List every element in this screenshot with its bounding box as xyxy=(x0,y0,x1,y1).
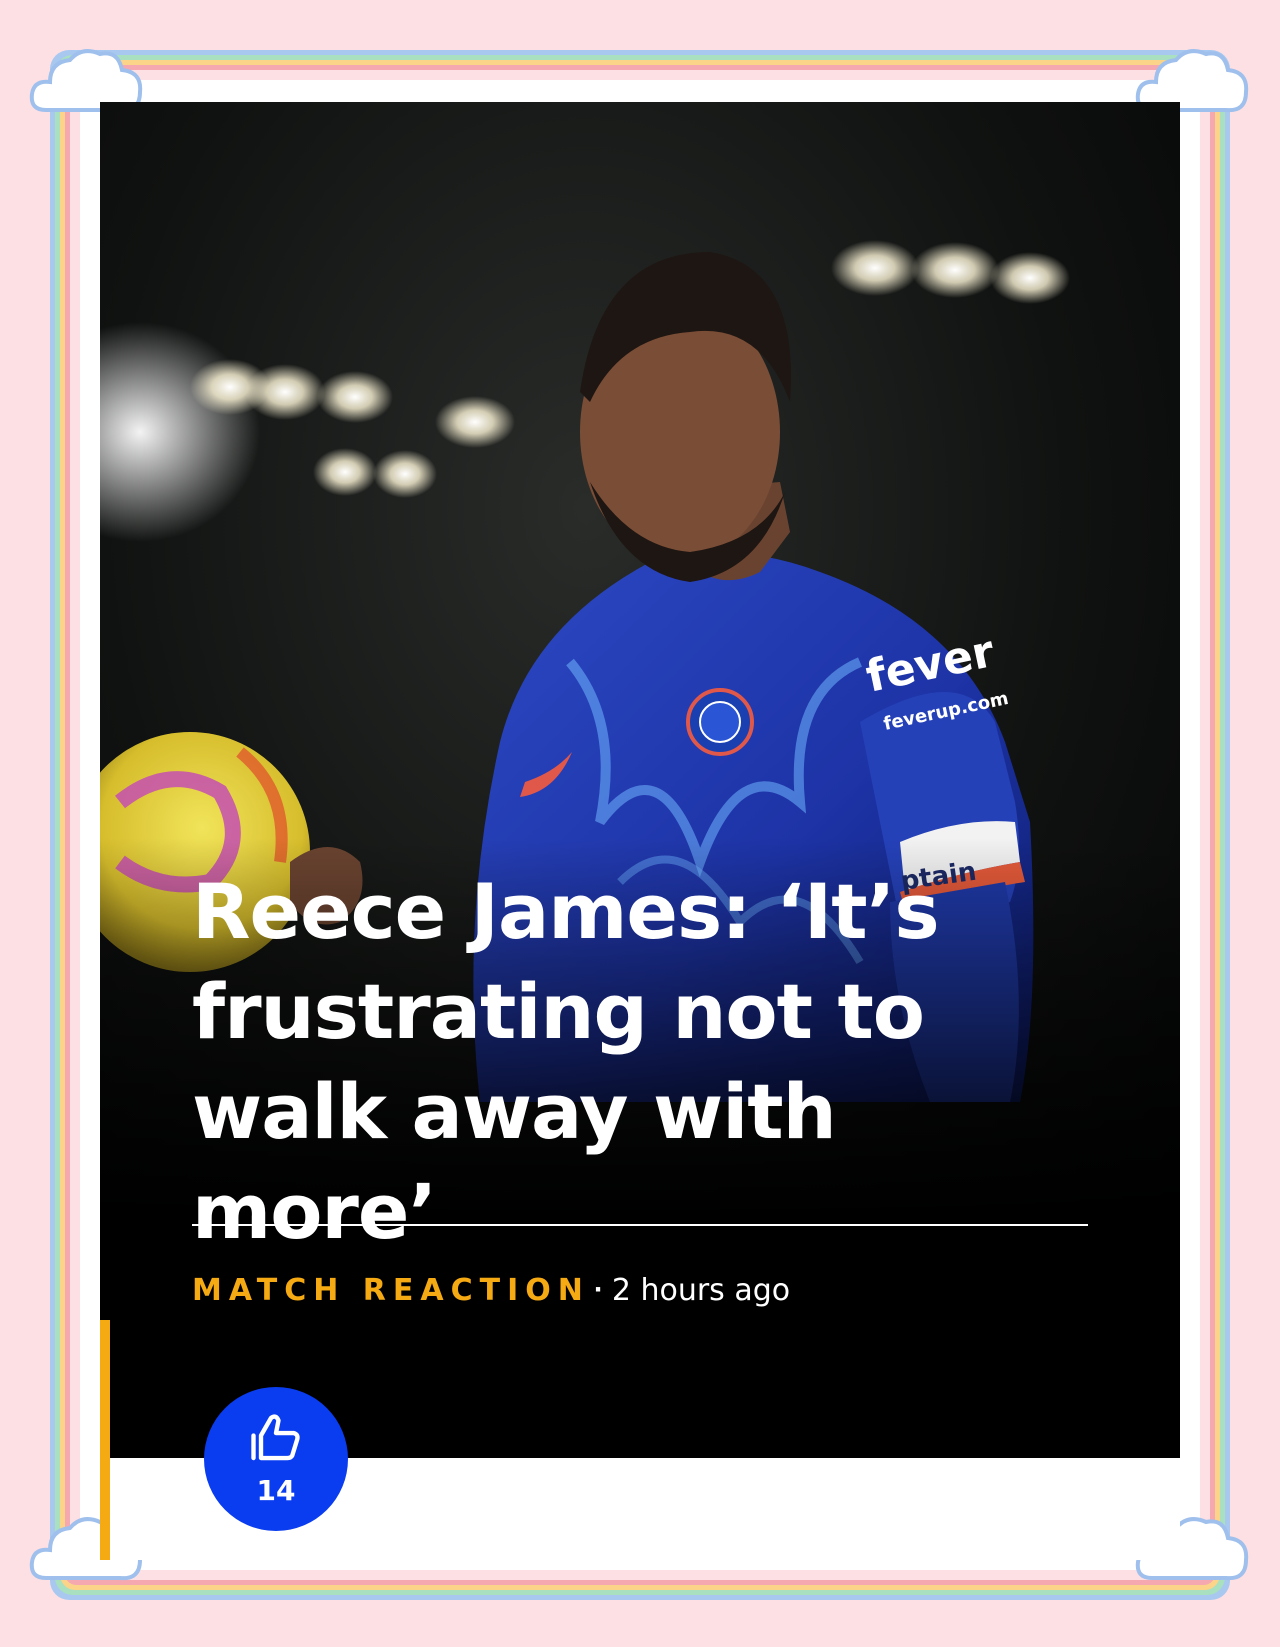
article-headline[interactable]: Reece James: ‘It’s frustrating not to wa… xyxy=(192,862,1072,1262)
hero-image[interactable]: fever feverup.com ptain Reece James: ‘It… xyxy=(100,102,1180,1458)
article-meta: MATCH REACTION · 2 hours ago xyxy=(192,1270,790,1310)
divider xyxy=(192,1224,1088,1226)
thumbs-up-icon xyxy=(251,1413,300,1460)
timestamp: 2 hours ago xyxy=(611,1272,791,1308)
category-link[interactable]: MATCH REACTION xyxy=(192,1273,590,1308)
meta-separator: · xyxy=(593,1273,604,1306)
accent-bar xyxy=(100,1320,110,1560)
like-button[interactable]: 14 xyxy=(204,1387,348,1531)
like-count: 14 xyxy=(256,1473,296,1507)
article-card[interactable]: fever feverup.com ptain Reece James: ‘It… xyxy=(100,102,1180,1560)
